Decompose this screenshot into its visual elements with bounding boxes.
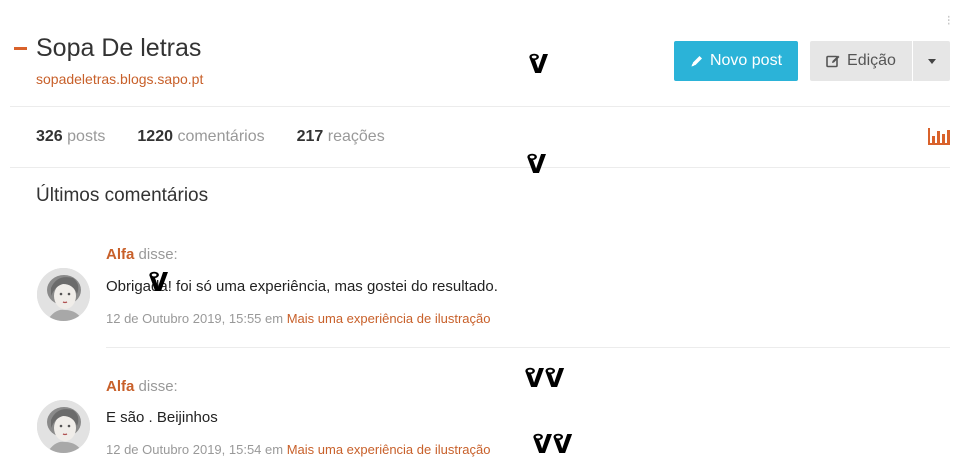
collapse-dash-icon[interactable] — [14, 47, 27, 50]
comment-in-label: em — [265, 311, 284, 326]
comment-said-label: disse: — [138, 246, 178, 263]
stat-posts-label: posts — [67, 128, 106, 145]
decorative-mark-icon: ᕓ — [526, 150, 547, 180]
decorative-mark-icon: ᕓᕓ — [532, 430, 573, 460]
comment-author-link[interactable]: Alfa — [106, 378, 134, 395]
stat-posts: 326 posts — [36, 128, 105, 146]
latest-comments-title: Últimos comentários — [36, 185, 209, 206]
blog-title: Sopa De letras — [36, 34, 202, 62]
avatar[interactable] — [37, 400, 90, 453]
new-post-button[interactable]: Novo post — [674, 41, 798, 81]
comment-post-link[interactable]: Mais uma experiência de ilustração — [287, 311, 491, 326]
comment-date: 12 de Outubro 2019, 15:55 — [106, 311, 262, 326]
decorative-mark-icon: ᕓ — [148, 268, 169, 298]
edit-button[interactable]: Edição — [810, 41, 912, 81]
comment-post-link[interactable]: Mais uma experiência de ilustração — [287, 442, 491, 457]
header-divider — [10, 106, 950, 107]
comment-said-label: disse: — [138, 378, 178, 395]
edit-dropdown-button[interactable] — [913, 41, 950, 81]
stat-comments: 1220 comentários — [137, 128, 264, 146]
blog-stats: 326 posts 1220 comentários 217 reações — [36, 128, 417, 146]
blog-header: Sopa De letras sopadeletras.blogs.sapo.p… — [0, 0, 953, 106]
stat-posts-count: 326 — [36, 128, 63, 145]
bar-chart-icon[interactable] — [928, 128, 950, 145]
blog-title-wrap: Sopa De letras — [14, 34, 201, 63]
edit-label: Edição — [847, 52, 896, 69]
comment-date: 12 de Outubro 2019, 15:54 — [106, 442, 262, 457]
pencil-icon — [691, 56, 702, 67]
comment-text: E são . Beijinhos — [106, 409, 218, 426]
stat-reactions-count: 217 — [296, 128, 324, 145]
comment-divider — [106, 347, 950, 348]
stat-comments-count: 1220 — [137, 128, 173, 145]
decorative-mark-icon: ᕓ — [528, 50, 549, 80]
comment-header: Alfa disse: — [106, 378, 178, 395]
comment-in-label: em — [265, 442, 284, 457]
caret-down-icon — [927, 58, 936, 64]
stat-comments-label: comentários — [177, 128, 265, 145]
comment-meta: 12 de Outubro 2019, 15:55 em Mais uma ex… — [106, 311, 491, 326]
decorative-mark-icon: ᕓᕓ — [524, 364, 565, 394]
comment-author-link[interactable]: Alfa — [106, 246, 134, 263]
comment-header: Alfa disse: — [106, 246, 178, 263]
blog-url-link[interactable]: sopadeletras.blogs.sapo.pt — [36, 71, 203, 87]
edit-square-icon — [826, 55, 840, 68]
avatar[interactable] — [37, 268, 90, 321]
comment-meta: 12 de Outubro 2019, 15:54 em Mais uma ex… — [106, 442, 491, 457]
new-post-label: Novo post — [709, 52, 783, 69]
stats-divider — [10, 167, 950, 168]
stat-reactions-label: reações — [327, 128, 385, 145]
stat-reactions: 217 reações — [297, 128, 385, 146]
